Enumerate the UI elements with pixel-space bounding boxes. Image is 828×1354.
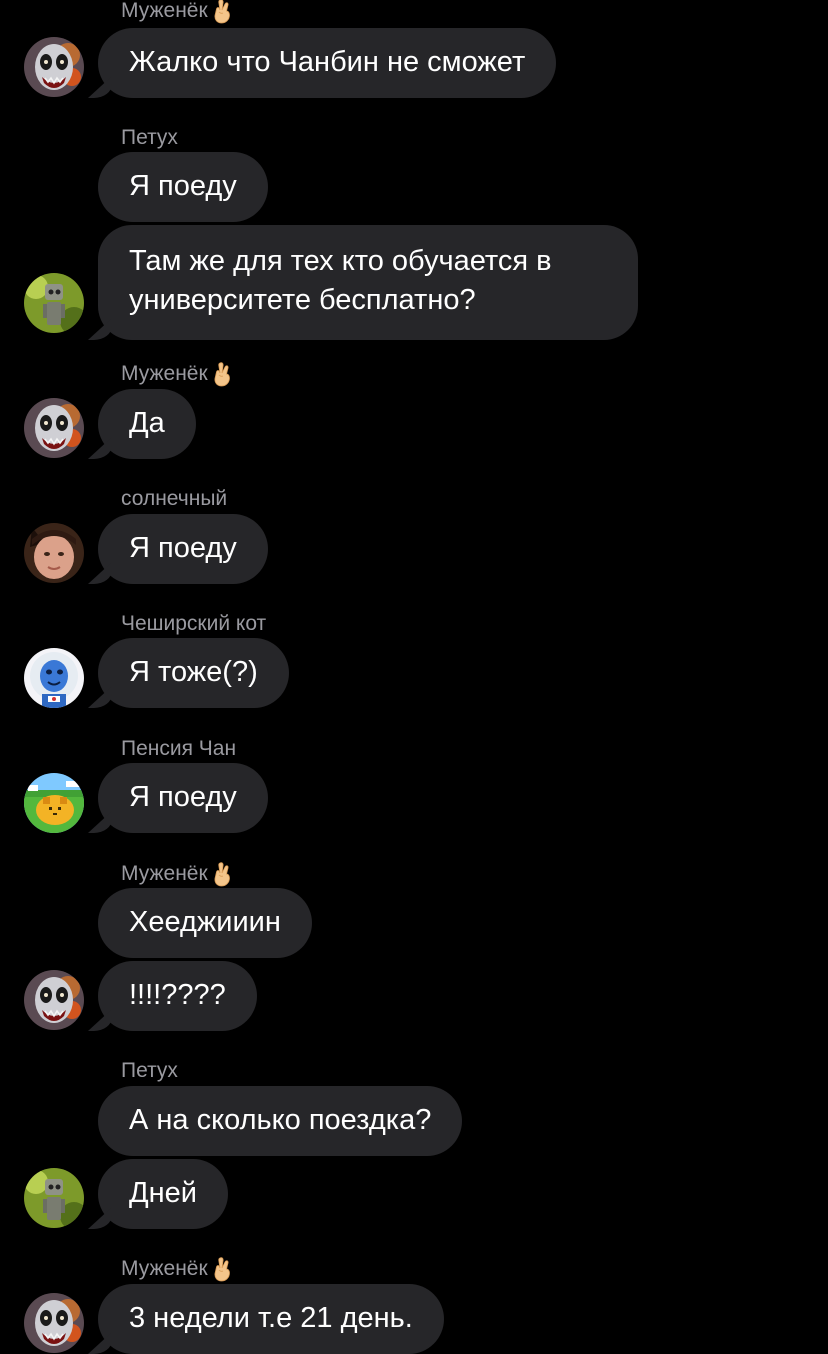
message-text: 3 недели т.е 21 день. — [129, 1302, 413, 1334]
message-text: А на сколько поездка? — [129, 1104, 432, 1136]
message-bubble[interactable]: А на сколько поездка? — [98, 1086, 463, 1156]
sender-name: Петух — [121, 1059, 178, 1082]
message-bubble[interactable]: Хееджииин — [98, 888, 312, 958]
sender-name: Петух — [121, 126, 178, 149]
chat-message-list[interactable]: Муженёк Жалко что Чанбин не сможет Петух… — [0, 0, 828, 1354]
message-text: Я поеду — [129, 781, 237, 813]
message-text: Я тоже(?) — [129, 656, 258, 688]
message-bubble[interactable]: Жалко что Чанбин не сможет — [98, 28, 557, 98]
crossed-fingers-icon — [210, 1256, 236, 1282]
message-text-line: университете бесплатно? — [129, 284, 476, 316]
green-robot-avatar-icon[interactable] — [24, 273, 84, 333]
sender-name: Муженёк — [121, 1256, 236, 1282]
message-bubble[interactable]: Я тоже(?) — [98, 638, 289, 708]
message-text: Жалко что Чанбин не сможет — [129, 46, 526, 78]
message-text: Я поеду — [129, 532, 237, 564]
sender-name: солнечный — [121, 487, 228, 510]
message-bubble[interactable]: Да — [98, 389, 196, 459]
crossed-fingers-icon — [210, 861, 236, 887]
sender-name: Чеширский кот — [121, 612, 267, 635]
message-bubble[interactable]: Я поеду — [98, 514, 268, 584]
message-bubble[interactable]: 3 недели т.е 21 день. — [98, 1284, 444, 1354]
pixel-landscape-avatar-icon[interactable] — [24, 773, 84, 833]
blue-astronaut-avatar-icon[interactable] — [24, 648, 84, 708]
message-bubble[interactable]: !!!!???? — [98, 961, 257, 1031]
skull-monster-avatar-icon[interactable] — [24, 37, 84, 97]
green-robot-avatar-icon[interactable] — [24, 1168, 84, 1228]
skull-monster-avatar-icon[interactable] — [24, 970, 84, 1030]
message-text-line: Там же для тех кто обучается в — [129, 245, 552, 277]
sender-name: Пенсия Чан — [121, 737, 237, 760]
message-bubble[interactable]: Я поеду — [98, 763, 268, 833]
skull-monster-avatar-icon[interactable] — [24, 398, 84, 458]
crossed-fingers-icon — [210, 0, 236, 24]
message-bubble[interactable]: Там же для тех кто обучается в университ… — [98, 225, 638, 340]
face-photo-avatar-icon[interactable] — [24, 523, 84, 583]
message-text: !!!!???? — [129, 979, 226, 1011]
message-text: Дней — [129, 1177, 197, 1209]
message-bubble[interactable]: Я поеду — [98, 152, 268, 222]
crossed-fingers-icon — [210, 361, 236, 387]
skull-monster-avatar-icon[interactable] — [24, 1293, 84, 1353]
sender-name: Муженёк — [121, 0, 236, 24]
message-text: Да — [129, 407, 165, 439]
sender-name: Муженёк — [121, 361, 236, 387]
sender-name: Муженёк — [121, 861, 236, 887]
message-bubble[interactable]: Дней — [98, 1159, 228, 1229]
message-text: Хееджииин — [129, 906, 281, 938]
message-text: Я поеду — [129, 170, 237, 202]
